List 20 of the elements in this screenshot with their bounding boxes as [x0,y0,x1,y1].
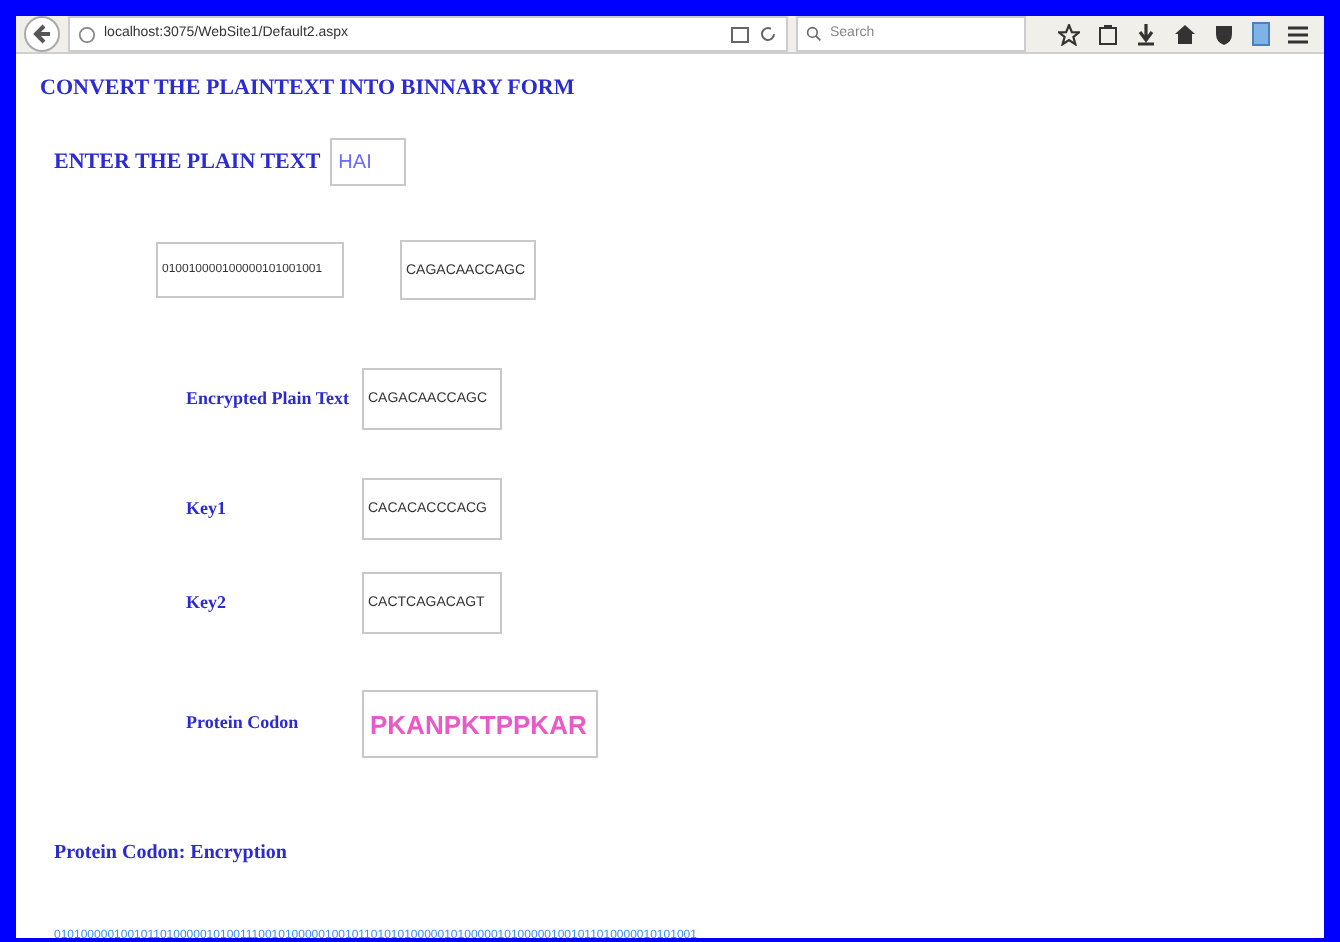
field-label: Protein Codon [186,710,301,737]
reload-icon[interactable] [758,24,778,44]
page-title: CONVERT THE PLAINTEXT INTO BINNARY FORM [40,74,575,104]
star-icon[interactable] [1058,23,1080,45]
clipboard-icon[interactable] [1098,23,1118,45]
download-icon[interactable] [1136,23,1156,45]
shield-icon[interactable] [1214,23,1234,45]
field-label: ENTER THE PLAIN TEXT [54,147,321,178]
field-label: Key1 [186,495,228,522]
reader-icon[interactable] [730,25,750,43]
field-label: Key2 [186,589,228,616]
back-arrow-icon [32,24,52,44]
field-label: Encrypted Plain Text [186,385,352,412]
plain-text-field[interactable]: HAI [330,138,407,186]
search-icon [806,26,822,42]
home-icon[interactable] [1174,24,1196,44]
back-button[interactable] [24,16,60,52]
menu-icon[interactable] [1288,25,1308,43]
section-label: Protein Codon: Encryption [54,842,287,864]
info-icon [78,25,96,43]
